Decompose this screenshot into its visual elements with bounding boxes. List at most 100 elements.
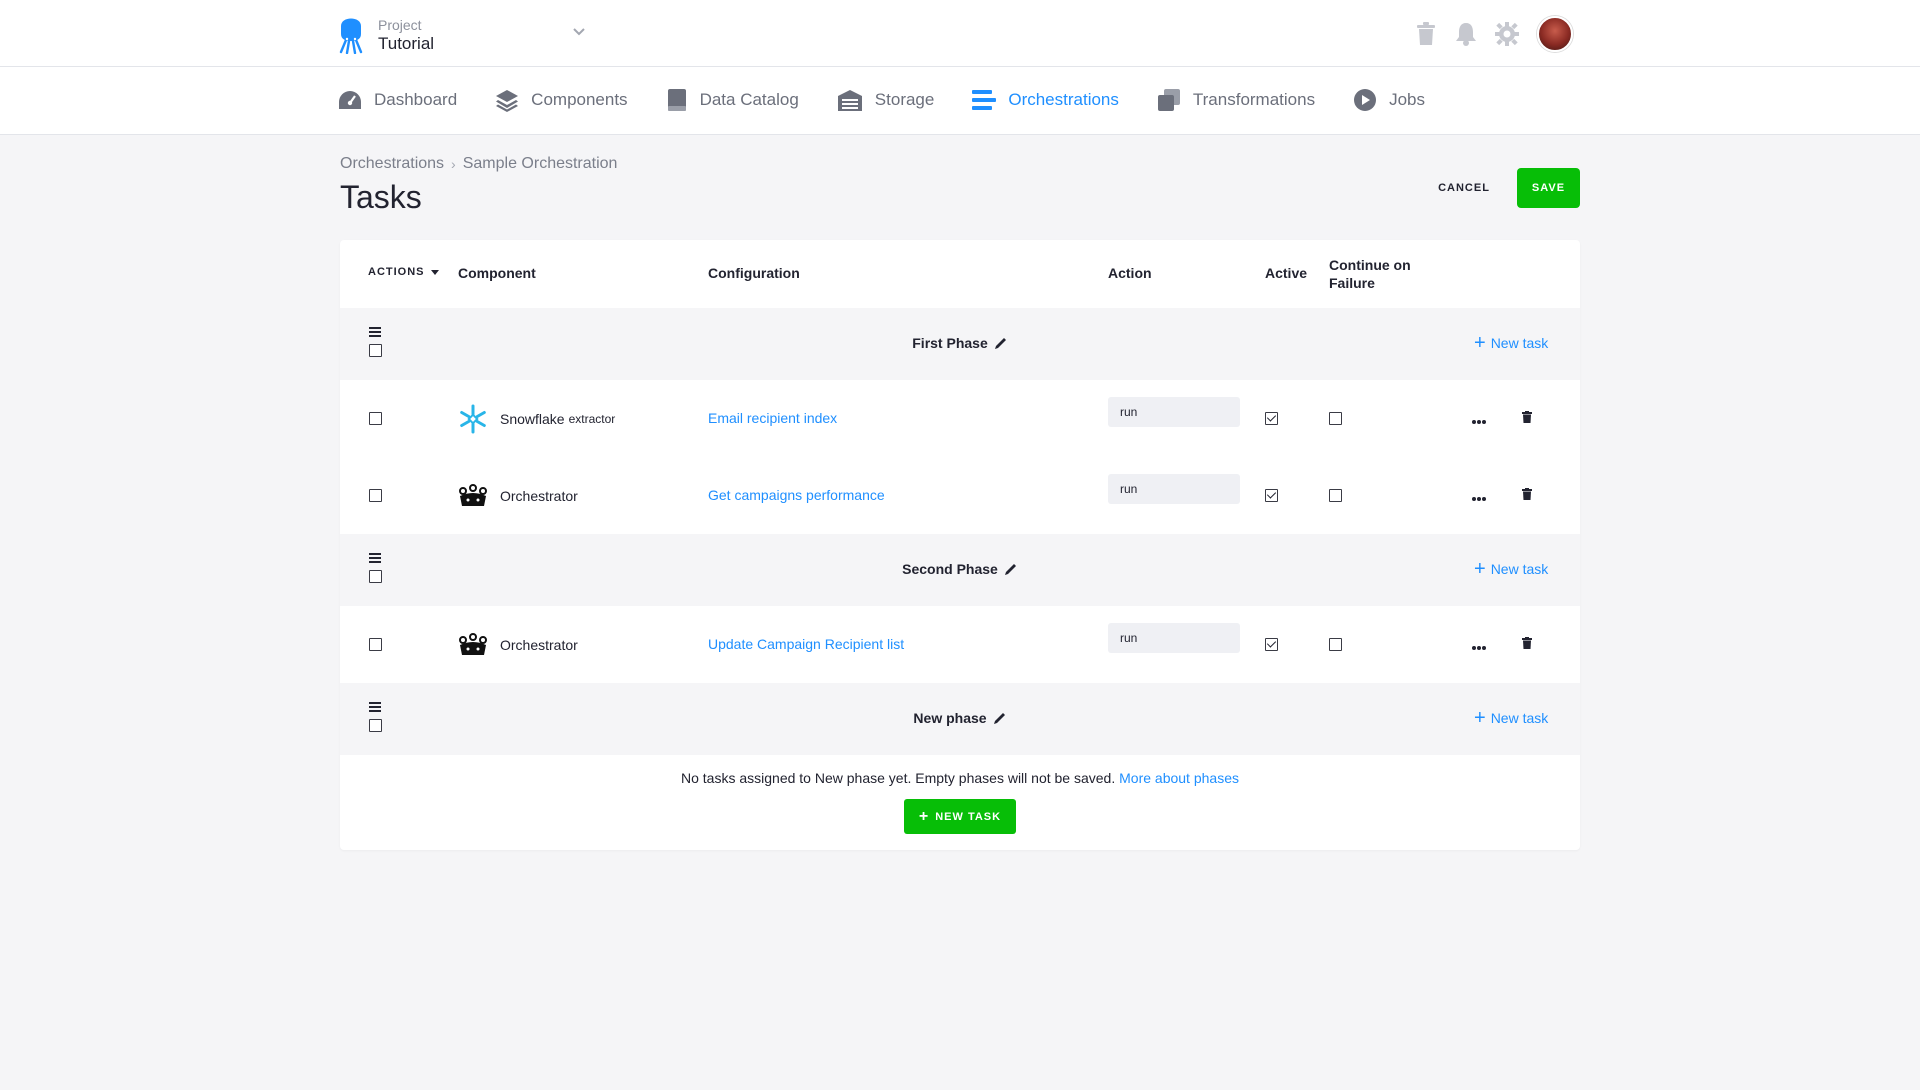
more-options-icon[interactable]: [1471, 638, 1487, 656]
action-field[interactable]: run: [1108, 397, 1240, 427]
new-task-label: New task: [1490, 710, 1549, 726]
nav-item-components[interactable]: Components: [495, 88, 628, 112]
row-checkbox[interactable]: [369, 638, 382, 651]
continue-on-failure-checkbox[interactable]: [1329, 489, 1342, 502]
cancel-button[interactable]: CANCEL: [1428, 168, 1500, 208]
component-name: Orchestrator: [500, 637, 578, 653]
page-title: Tasks: [340, 179, 422, 215]
empty-phase-message: No tasks assigned to New phase yet. Empt…: [340, 770, 1580, 786]
avatar[interactable]: [1537, 16, 1573, 52]
active-checkbox[interactable]: [1265, 489, 1278, 502]
table-row: Orchestrator Get campaigns performance r…: [340, 457, 1580, 534]
new-task-link[interactable]: + New task: [1474, 558, 1548, 580]
nav-item-data-catalog[interactable]: Data Catalog: [666, 88, 799, 112]
table-header: ACTIONS Component Configuration Action A…: [340, 240, 1580, 308]
phase-name[interactable]: Second Phase: [340, 561, 1580, 577]
continue-header-line1: Continue on: [1329, 257, 1411, 273]
nav-label: Orchestrations: [1008, 90, 1119, 109]
breadcrumb-current[interactable]: Sample Orchestration: [463, 155, 618, 173]
component-type: extractor: [568, 412, 616, 426]
main-nav: Dashboard Components Data Catalog Storag…: [0, 67, 1920, 135]
breadcrumb-separator-icon: ›: [451, 156, 456, 172]
more-options-icon[interactable]: [1471, 489, 1487, 507]
phase-title: First Phase: [912, 335, 988, 351]
gear-icon[interactable]: [1495, 22, 1519, 46]
nav-item-transformations[interactable]: Transformations: [1157, 88, 1315, 112]
column-header-action: Action: [1108, 265, 1152, 281]
component-name: Snowflake: [500, 411, 565, 427]
phase-title: New phase: [913, 710, 987, 726]
phase-name[interactable]: New phase: [340, 710, 1580, 726]
delete-task-icon[interactable]: [1522, 636, 1532, 654]
component-cell: Orchestrator: [458, 481, 582, 511]
component-name: Orchestrator: [500, 488, 578, 504]
continue-on-failure-checkbox[interactable]: [1329, 638, 1342, 651]
pencil-icon[interactable]: [994, 336, 1008, 350]
nav-label: Storage: [874, 90, 935, 109]
gauge-icon: [339, 91, 361, 109]
nav-label: Components: [531, 90, 628, 109]
plus-icon: +: [1474, 707, 1486, 729]
caret-down-icon: [430, 269, 439, 275]
new-task-button[interactable]: + NEW TASK: [904, 799, 1016, 834]
action-field[interactable]: run: [1108, 474, 1240, 504]
continue-header-line2: Failure: [1329, 275, 1375, 291]
table-row: Orchestrator Update Campaign Recipient l…: [340, 606, 1580, 683]
phase-name[interactable]: First Phase: [340, 335, 1580, 351]
nav-label: Dashboard: [374, 90, 458, 109]
delete-task-icon[interactable]: [1522, 410, 1532, 428]
actions-dropdown[interactable]: ACTIONS: [368, 266, 439, 278]
empty-phase-text: No tasks assigned to New phase yet. Empt…: [681, 770, 1116, 786]
save-button[interactable]: SAVE: [1517, 168, 1580, 208]
new-task-link[interactable]: + New task: [1474, 332, 1549, 354]
nav-item-orchestrations[interactable]: Orchestrations: [972, 88, 1119, 112]
component-cell: Snowflake extractor: [458, 404, 615, 434]
configuration-link[interactable]: Update Campaign Recipient list: [708, 636, 904, 652]
new-task-link[interactable]: + New task: [1474, 707, 1549, 729]
configuration-link[interactable]: Get campaigns performance: [708, 487, 885, 503]
plus-icon: +: [918, 807, 930, 825]
keboola-logo-icon: [338, 12, 364, 59]
phase-row: New phase + New task: [340, 683, 1580, 755]
column-header-configuration: Configuration: [708, 265, 800, 281]
phase-row: First Phase + New task: [340, 308, 1580, 380]
nav-item-dashboard[interactable]: Dashboard: [338, 88, 457, 112]
nav-label: Transformations: [1192, 90, 1316, 109]
nav-label: Data Catalog: [699, 90, 799, 109]
more-about-phases-link[interactable]: More about phases: [1119, 770, 1239, 786]
warehouse-icon: [837, 90, 862, 111]
new-task-label: New task: [1490, 335, 1549, 351]
plus-icon: +: [1474, 332, 1486, 354]
pencil-icon[interactable]: [993, 711, 1007, 725]
plus-icon: +: [1474, 558, 1486, 580]
pencil-icon[interactable]: [1004, 562, 1018, 576]
trash-icon[interactable]: [1415, 22, 1437, 46]
chevron-down-icon[interactable]: [572, 24, 586, 42]
actions-label: ACTIONS: [368, 266, 425, 278]
bell-icon[interactable]: [1455, 22, 1477, 46]
more-options-icon[interactable]: [1471, 412, 1487, 430]
orchestrator-icon: [458, 481, 488, 511]
active-checkbox[interactable]: [1265, 638, 1278, 651]
row-checkbox[interactable]: [369, 412, 382, 425]
action-field[interactable]: run: [1108, 623, 1240, 653]
breadcrumb-parent[interactable]: Orchestrations: [340, 155, 444, 173]
configuration-link[interactable]: Email recipient index: [708, 410, 837, 426]
continue-on-failure-checkbox[interactable]: [1329, 412, 1342, 425]
play-icon: [1354, 89, 1377, 111]
delete-task-icon[interactable]: [1522, 487, 1532, 505]
column-header-continue-on-failure: Continue on Failure: [1329, 256, 1411, 292]
bars-icon: [972, 90, 997, 110]
column-header-component: Component: [458, 265, 536, 281]
project-name: Tutorial: [378, 33, 435, 53]
top-bar: Project Tutorial: [0, 0, 1920, 67]
project-switcher[interactable]: Project Tutorial: [338, 12, 434, 59]
nav-item-jobs[interactable]: Jobs: [1353, 88, 1425, 112]
row-checkbox[interactable]: [369, 489, 382, 502]
active-checkbox[interactable]: [1265, 412, 1278, 425]
book-icon: [667, 89, 686, 111]
nav-item-storage[interactable]: Storage: [837, 88, 935, 112]
nav-label: Jobs: [1389, 90, 1425, 109]
orchestrator-icon: [458, 630, 488, 660]
tasks-card: ACTIONS Component Configuration Action A…: [340, 240, 1580, 850]
